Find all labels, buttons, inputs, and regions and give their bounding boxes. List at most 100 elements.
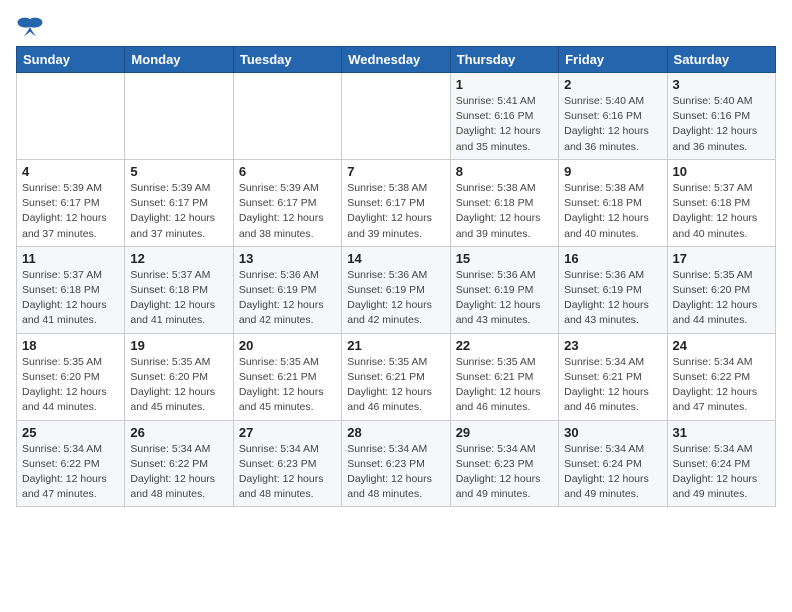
day-number: 16 [564,251,661,266]
day-info: Sunrise: 5:38 AM Sunset: 6:17 PM Dayligh… [347,181,444,242]
day-number: 27 [239,425,336,440]
calendar-cell: 29 Sunrise: 5:34 AM Sunset: 6:23 PM Dayli… [450,420,558,507]
weekday-header-friday: Friday [559,47,667,73]
day-number: 21 [347,338,444,353]
day-number: 11 [22,251,119,266]
weekday-header-row: SundayMondayTuesdayWednesdayThursdayFrid… [17,47,776,73]
calendar-cell: 13Sunrise: 5:36 AM Sunset: 6:19 PM Dayli… [233,246,341,333]
day-info: Sunrise: 5:35 AM Sunset: 6:21 PM Dayligh… [347,355,444,416]
calendar-cell: 22 Sunrise: 5:35 AM Sunset: 6:21 PM Dayli… [450,333,558,420]
day-number: 20 [239,338,336,353]
day-number: 28 [347,425,444,440]
calendar-cell: 19 Sunrise: 5:35 AM Sunset: 6:20 PM Dayli… [125,333,233,420]
day-number: 3 [673,77,770,92]
calendar-cell [233,73,341,160]
day-info: Sunrise: 5:34 AM Sunset: 6:23 PM Dayligh… [456,442,553,503]
calendar-cell: 16 Sunrise: 5:36 AM Sunset: 6:19 PM Dayli… [559,246,667,333]
calendar-cell: 3 Sunrise: 5:40 AM Sunset: 6:16 PM Daylig… [667,73,775,160]
day-info: Sunrise: 5:39 AM Sunset: 6:17 PM Dayligh… [239,181,336,242]
day-number: 4 [22,164,119,179]
calendar-week-1: 1 Sunrise: 5:41 AM Sunset: 6:16 PM Daylig… [17,73,776,160]
calendar-cell: 17 Sunrise: 5:35 AM Sunset: 6:20 PM Dayli… [667,246,775,333]
day-info: Sunrise: 5:40 AM Sunset: 6:16 PM Dayligh… [564,94,661,155]
day-info: Sunrise: 5:38 AM Sunset: 6:18 PM Dayligh… [456,181,553,242]
calendar-cell: 15 Sunrise: 5:36 AM Sunset: 6:19 PM Dayli… [450,246,558,333]
calendar-cell [17,73,125,160]
day-number: 12 [130,251,227,266]
calendar-table: SundayMondayTuesdayWednesdayThursdayFrid… [16,46,776,507]
calendar-cell: 20 Sunrise: 5:35 AM Sunset: 6:21 PM Dayli… [233,333,341,420]
day-number: 14 [347,251,444,266]
calendar-cell: 25Sunrise: 5:34 AM Sunset: 6:22 PM Dayli… [17,420,125,507]
day-info: Sunrise: 5:34 AM Sunset: 6:22 PM Dayligh… [130,442,227,503]
day-info: Sunrise: 5:36 AM Sunset: 6:19 PM Dayligh… [564,268,661,329]
day-number: 31 [673,425,770,440]
calendar-cell: 4 Sunrise: 5:39 AM Sunset: 6:17 PM Daylig… [17,159,125,246]
calendar-week-5: 25 Sunrise: 5:34 AM Sunset: 6:22 PM Dayli… [17,420,776,507]
day-info: Sunrise: 5:38 AM Sunset: 6:18 PM Dayligh… [564,181,661,242]
calendar-cell: 8 Sunrise: 5:38 AM Sunset: 6:18 PM Daylig… [450,159,558,246]
day-number: 7 [347,164,444,179]
day-number: 24 [673,338,770,353]
day-info: Sunrise: 5:35 AM Sunset: 6:21 PM Dayligh… [239,355,336,416]
day-number: 19 [130,338,227,353]
calendar-cell [125,73,233,160]
calendar-cell: 30Sunrise: 5:34 AM Sunset: 6:24 PM Dayli… [559,420,667,507]
day-number: 6 [239,164,336,179]
weekday-header-saturday: Saturday [667,47,775,73]
day-number: 22 [456,338,553,353]
calendar-cell: 2 Sunrise: 5:40 AM Sunset: 6:16 PM Daylig… [559,73,667,160]
day-info: Sunrise: 5:37 AM Sunset: 6:18 PM Dayligh… [673,181,770,242]
day-info: Sunrise: 5:37 AM Sunset: 6:18 PM Dayligh… [130,268,227,329]
calendar-cell: 23 Sunrise: 5:34 AM Sunset: 6:21 PM Dayli… [559,333,667,420]
calendar-cell: 7 Sunrise: 5:38 AM Sunset: 6:17 PM Daylig… [342,159,450,246]
weekday-header-sunday: Sunday [17,47,125,73]
day-number: 15 [456,251,553,266]
day-info: Sunrise: 5:34 AM Sunset: 6:24 PM Dayligh… [564,442,661,503]
calendar-cell: 14 Sunrise: 5:36 AM Sunset: 6:19 PM Dayli… [342,246,450,333]
day-number: 1 [456,77,553,92]
day-number: 2 [564,77,661,92]
calendar-cell: 21 Sunrise: 5:35 AM Sunset: 6:21 PM Dayli… [342,333,450,420]
day-info: Sunrise: 5:34 AM Sunset: 6:24 PM Dayligh… [673,442,770,503]
day-info: Sunrise: 5:36 AM Sunset: 6:19 PM Dayligh… [456,268,553,329]
day-number: 26 [130,425,227,440]
day-number: 8 [456,164,553,179]
calendar-cell: 9 Sunrise: 5:38 AM Sunset: 6:18 PM Daylig… [559,159,667,246]
day-info: Sunrise: 5:34 AM Sunset: 6:21 PM Dayligh… [564,355,661,416]
calendar-week-2: 4 Sunrise: 5:39 AM Sunset: 6:17 PM Daylig… [17,159,776,246]
day-info: Sunrise: 5:39 AM Sunset: 6:17 PM Dayligh… [130,181,227,242]
day-info: Sunrise: 5:37 AM Sunset: 6:18 PM Dayligh… [22,268,119,329]
calendar-cell: 18 Sunrise: 5:35 AM Sunset: 6:20 PM Dayli… [17,333,125,420]
day-number: 23 [564,338,661,353]
day-info: Sunrise: 5:36 AM Sunset: 6:19 PM Dayligh… [347,268,444,329]
calendar-cell: 27 Sunrise: 5:34 AM Sunset: 6:23 PM Dayli… [233,420,341,507]
day-info: Sunrise: 5:34 AM Sunset: 6:23 PM Dayligh… [239,442,336,503]
day-number: 5 [130,164,227,179]
day-info: Sunrise: 5:34 AM Sunset: 6:23 PM Dayligh… [347,442,444,503]
day-info: Sunrise: 5:35 AM Sunset: 6:20 PM Dayligh… [130,355,227,416]
calendar-cell: 26 Sunrise: 5:34 AM Sunset: 6:22 PM Dayli… [125,420,233,507]
day-info: Sunrise: 5:39 AM Sunset: 6:17 PM Dayligh… [22,181,119,242]
day-info: Sunrise: 5:34 AM Sunset: 6:22 PM Dayligh… [673,355,770,416]
day-info: Sunrise: 5:35 AM Sunset: 6:21 PM Dayligh… [456,355,553,416]
day-number: 29 [456,425,553,440]
day-info: Sunrise: 5:40 AM Sunset: 6:16 PM Dayligh… [673,94,770,155]
day-info: Sunrise: 5:41 AM Sunset: 6:16 PM Dayligh… [456,94,553,155]
day-number: 25 [22,425,119,440]
calendar-week-3: 11 Sunrise: 5:37 AM Sunset: 6:18 PM Dayli… [17,246,776,333]
day-number: 10 [673,164,770,179]
logo [16,16,48,38]
day-number: 9 [564,164,661,179]
day-info: Sunrise: 5:35 AM Sunset: 6:20 PM Dayligh… [22,355,119,416]
day-number: 17 [673,251,770,266]
day-info: Sunrise: 5:35 AM Sunset: 6:20 PM Dayligh… [673,268,770,329]
calendar-cell: 11 Sunrise: 5:37 AM Sunset: 6:18 PM Dayli… [17,246,125,333]
weekday-header-monday: Monday [125,47,233,73]
calendar-cell: 31 Sunrise: 5:34 AM Sunset: 6:24 PM Dayli… [667,420,775,507]
calendar-cell [342,73,450,160]
calendar-cell: 6 Sunrise: 5:39 AM Sunset: 6:17 PM Daylig… [233,159,341,246]
calendar-week-4: 18 Sunrise: 5:35 AM Sunset: 6:20 PM Dayli… [17,333,776,420]
day-number: 18 [22,338,119,353]
calendar-body: 1 Sunrise: 5:41 AM Sunset: 6:16 PM Daylig… [17,73,776,507]
